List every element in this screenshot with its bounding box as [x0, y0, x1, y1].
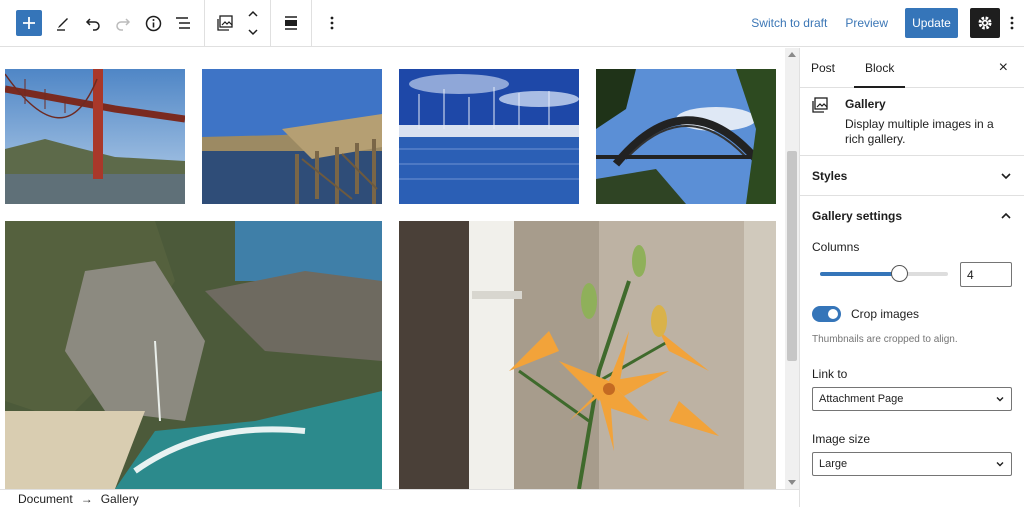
move-down-icon[interactable]	[247, 26, 259, 38]
styles-panel-toggle[interactable]: Styles	[800, 156, 1024, 196]
more-options-icon	[330, 16, 334, 30]
redo-icon	[116, 18, 131, 31]
align-icon	[285, 16, 297, 30]
chevron-down-icon	[996, 397, 1004, 402]
plus-icon	[23, 17, 35, 29]
kebab-menu-icon	[1010, 16, 1014, 30]
undo-button[interactable]	[78, 8, 108, 38]
tools-button[interactable]	[48, 8, 78, 38]
block-mover	[240, 0, 266, 46]
link-to-label: Link to	[812, 367, 848, 381]
gallery-image-marina[interactable]	[399, 69, 579, 204]
gear-icon	[978, 16, 992, 30]
toolbar-divider	[204, 0, 205, 46]
breadcrumb-separator: →	[80, 491, 93, 506]
tab-post[interactable]: Post	[800, 48, 846, 88]
undo-icon	[85, 18, 100, 31]
chevron-down-icon	[996, 462, 1004, 467]
block-options-button[interactable]	[317, 8, 347, 38]
settings-button[interactable]	[970, 8, 1000, 38]
toolbar-divider	[311, 0, 312, 46]
image-size-select[interactable]: Large	[812, 452, 1012, 476]
crop-images-toggle[interactable]	[812, 306, 841, 322]
chevron-down-icon	[1001, 172, 1011, 179]
breadcrumb-document[interactable]: Document	[18, 492, 73, 506]
columns-slider-fill	[820, 272, 900, 276]
sidebar-tabs: Post Block ×	[800, 48, 1024, 88]
settings-sidebar: Post Block × Gallery Display multiple im…	[799, 48, 1024, 507]
image-size-label: Image size	[812, 432, 871, 446]
preview-button[interactable]: Preview	[836, 16, 897, 30]
styles-panel-title: Styles	[812, 168, 848, 183]
gallery-image-harbour-bridge[interactable]	[596, 69, 776, 204]
columns-slider[interactable]	[820, 265, 948, 282]
breadcrumb: Document → Gallery	[0, 489, 799, 507]
breadcrumb-gallery[interactable]: Gallery	[101, 492, 139, 506]
crop-images-control: Crop images	[800, 306, 1024, 322]
pencil-icon	[57, 18, 68, 31]
crop-images-label: Crop images	[851, 307, 920, 321]
block-type-button[interactable]	[210, 8, 240, 38]
scroll-up-icon[interactable]	[788, 52, 796, 57]
block-title: Gallery	[845, 97, 886, 111]
editor-toolbar: Switch to draft Preview Update	[0, 0, 1024, 47]
tab-block[interactable]: Block	[854, 48, 906, 88]
list-view-icon	[176, 17, 190, 29]
gallery-image-cove[interactable]	[5, 221, 382, 489]
columns-control: 4	[800, 261, 1024, 287]
block-card: Gallery Display multiple images in a ric…	[800, 88, 1024, 156]
columns-input[interactable]: 4	[960, 261, 1012, 287]
columns-slider-handle[interactable]	[891, 265, 909, 282]
gallery-image-lily[interactable]	[399, 221, 776, 489]
move-up-icon[interactable]	[247, 8, 259, 20]
gallery-icon	[217, 15, 233, 31]
scroll-down-icon[interactable]	[788, 480, 796, 485]
add-block-button[interactable]	[16, 10, 42, 36]
editor-canvas	[0, 48, 785, 489]
gallery-icon	[812, 97, 834, 143]
chevron-up-icon	[1001, 212, 1011, 219]
canvas-scrollbar[interactable]	[785, 48, 799, 489]
gallery-image-golden-gate[interactable]	[5, 69, 185, 204]
link-to-value: Attachment Page	[819, 393, 904, 405]
details-button[interactable]	[138, 8, 168, 38]
toggle-knob	[828, 309, 838, 319]
update-button[interactable]: Update	[905, 8, 958, 38]
toolbar-divider	[270, 0, 271, 46]
link-to-select[interactable]: Attachment Page	[812, 387, 1012, 411]
gallery-image-pier[interactable]	[202, 69, 382, 204]
scroll-thumb[interactable]	[787, 151, 797, 361]
crop-images-help: Thumbnails are cropped to align.	[812, 334, 958, 345]
toolbar-left	[0, 0, 347, 46]
gallery-settings-title: Gallery settings	[812, 209, 903, 223]
gallery-settings-panel-toggle[interactable]: Gallery settings	[800, 196, 1024, 236]
columns-label: Columns	[812, 240, 860, 254]
toolbar-right: Switch to draft Preview Update	[742, 0, 1024, 46]
info-icon	[145, 15, 161, 31]
align-button[interactable]	[276, 8, 306, 38]
image-size-value: Large	[819, 458, 848, 470]
redo-button[interactable]	[108, 8, 138, 38]
list-view-button[interactable]	[168, 8, 198, 38]
block-description: Display multiple images in a rich galler…	[845, 117, 994, 146]
close-icon[interactable]: ×	[999, 59, 1008, 77]
options-button[interactable]	[1000, 16, 1024, 30]
switch-to-draft-button[interactable]: Switch to draft	[742, 16, 836, 30]
